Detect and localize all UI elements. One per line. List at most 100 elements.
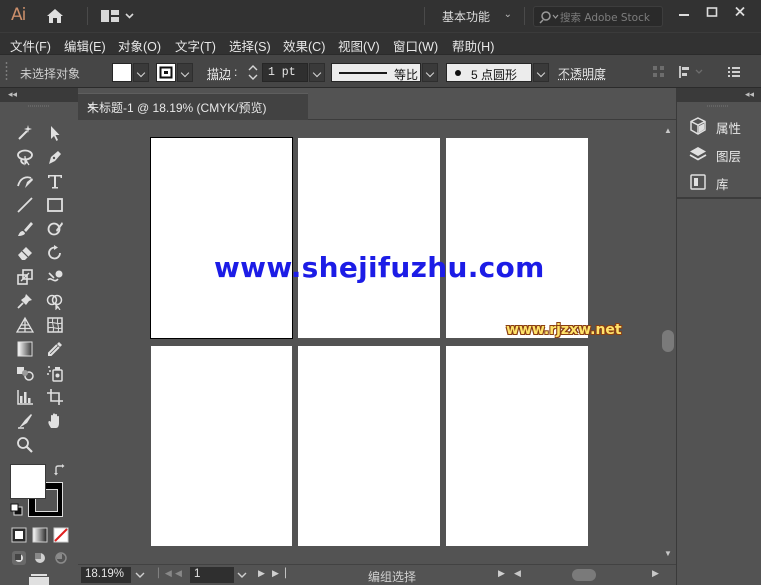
column-graph-tool[interactable] — [13, 386, 37, 408]
variable-width-profile[interactable]: 等比 — [331, 63, 421, 82]
home-button[interactable] — [44, 6, 66, 26]
maximize-button[interactable] — [698, 1, 726, 23]
shaper-tool[interactable] — [43, 218, 67, 240]
menu-object[interactable]: 对象(O) — [118, 36, 161, 55]
rotate-tool[interactable] — [43, 242, 67, 264]
scroll-right-icon[interactable]: ▶ — [652, 568, 659, 579]
draw-inside-button[interactable] — [53, 550, 69, 566]
status-readout[interactable]: 编组选择 — [368, 568, 416, 585]
mesh-tool[interactable] — [43, 314, 67, 336]
scroll-left-icon[interactable]: ◀ — [514, 568, 521, 579]
canvas[interactable]: www.shejifuzhu.com www.rjzxw.net — [78, 121, 660, 564]
fill-color-box[interactable] — [10, 464, 46, 499]
artboard-3[interactable] — [446, 138, 588, 338]
menu-select[interactable]: 选择(S) — [229, 36, 271, 55]
eyedropper-tool[interactable] — [43, 338, 67, 360]
gradient-tool[interactable] — [13, 338, 37, 360]
artboard-number-field[interactable]: 1 — [190, 567, 234, 583]
lasso-tool[interactable] — [13, 146, 37, 168]
perspective-grid-tool[interactable] — [13, 314, 37, 336]
screen-mode-icon[interactable] — [27, 574, 51, 585]
draw-normal-button[interactable] — [11, 550, 27, 566]
brush-definition[interactable]: 5 点圆形 — [446, 63, 532, 82]
arrange-icon[interactable] — [678, 64, 706, 80]
zoom-tool[interactable] — [13, 434, 37, 456]
panel-grip-icon[interactable] — [28, 105, 50, 108]
shape-builder-tool[interactable] — [43, 290, 67, 312]
hand-tool[interactable] — [43, 410, 67, 432]
stroke-swatch[interactable] — [156, 63, 176, 82]
close-window-button[interactable] — [726, 1, 754, 23]
scale-tool[interactable] — [13, 266, 37, 288]
minimize-button[interactable] — [670, 1, 698, 23]
artboard-tool[interactable] — [43, 386, 67, 408]
artboard-2[interactable] — [298, 138, 440, 338]
first-artboard-icon[interactable]: ▏◀ — [158, 568, 172, 579]
color-mode-button[interactable] — [11, 527, 27, 543]
none-mode-button[interactable] — [53, 527, 69, 543]
menu-view[interactable]: 视图(V) — [338, 36, 380, 55]
chevron-down-icon[interactable] — [132, 567, 148, 583]
type-tool[interactable] — [43, 170, 67, 192]
scroll-up-icon[interactable]: ▲ — [664, 126, 672, 135]
menu-edit[interactable]: 编辑(E) — [64, 36, 106, 55]
menu-effect[interactable]: 效果(C) — [283, 36, 325, 55]
slice-tool[interactable] — [13, 410, 37, 432]
close-tab-icon[interactable]: × — [87, 99, 94, 113]
warp-tool[interactable] — [43, 266, 67, 288]
artboard-4[interactable] — [151, 346, 292, 546]
previous-artboard-icon[interactable]: ◀ — [175, 568, 182, 579]
status-menu-icon[interactable]: ▶ — [498, 568, 505, 579]
stroke-spinner-icon[interactable] — [246, 62, 260, 83]
stroke-profile-dropdown[interactable] — [422, 63, 438, 82]
fill-swatch[interactable] — [112, 63, 132, 82]
chevron-down-icon[interactable] — [235, 567, 249, 583]
puppet-warp-tool[interactable] — [13, 290, 37, 312]
panel-properties[interactable]: 属性 — [689, 115, 759, 137]
panel-menu-icon[interactable] — [727, 65, 741, 79]
stock-search-input[interactable]: 搜索 Adobe Stock — [533, 6, 663, 27]
next-artboard-icon[interactable]: ▶ — [258, 568, 265, 579]
symbol-sprayer-tool[interactable] — [43, 362, 67, 384]
gradient-mode-button[interactable] — [32, 527, 48, 543]
stroke-weight-dropdown[interactable] — [309, 63, 325, 82]
last-artboard-icon[interactable]: ▶▕ — [272, 568, 286, 579]
vertical-scroll-thumb[interactable] — [662, 330, 674, 352]
zoom-level-field[interactable]: 18.19% — [81, 567, 131, 583]
rectangle-tool[interactable] — [43, 194, 67, 216]
workspace-switcher[interactable]: 基本功能 ⌄ — [432, 6, 518, 26]
brush-dropdown[interactable] — [533, 63, 549, 82]
menu-help[interactable]: 帮助(H) — [452, 36, 494, 55]
eraser-tool[interactable] — [13, 242, 37, 264]
artboard-6[interactable] — [446, 346, 588, 546]
artboard-5[interactable] — [298, 346, 440, 546]
expand-panels-icon[interactable]: ◂◂ — [745, 89, 754, 100]
magic-wand-tool[interactable] — [13, 122, 37, 144]
draw-behind-button[interactable] — [32, 550, 48, 566]
fill-dropdown[interactable] — [133, 63, 149, 82]
swap-colors-icon[interactable] — [53, 463, 67, 477]
paintbrush-tool[interactable] — [13, 218, 37, 240]
horizontal-scroll-thumb[interactable] — [572, 569, 596, 581]
line-segment-tool[interactable] — [13, 194, 37, 216]
menu-window[interactable]: 窗口(W) — [393, 36, 438, 55]
stroke-dropdown[interactable] — [177, 63, 193, 82]
horizontal-scrollbar[interactable]: ◀ ▶ — [510, 567, 662, 583]
document-tab[interactable]: 未标题-1 @ 18.19% (CMYK/预览) × — [78, 93, 308, 120]
direct-selection-tool[interactable] — [43, 122, 67, 144]
collapse-icon[interactable]: ◂◂ — [8, 89, 17, 100]
scroll-down-icon[interactable]: ▼ — [664, 549, 672, 558]
artboard-1[interactable] — [150, 137, 293, 339]
pen-tool[interactable] — [43, 146, 67, 168]
menu-type[interactable]: 文字(T) — [175, 36, 216, 55]
menu-file[interactable]: 文件(F) — [10, 36, 51, 55]
blend-tool[interactable] — [13, 362, 37, 384]
default-colors-icon[interactable] — [10, 503, 24, 517]
opacity-label[interactable]: 不透明度 — [558, 65, 606, 82]
panel-grip-icon[interactable] — [707, 105, 729, 108]
panel-grip-icon[interactable] — [5, 61, 10, 81]
align-grid-icon[interactable] — [652, 65, 666, 79]
stroke-weight-field[interactable]: 1 pt — [262, 63, 308, 82]
panel-libraries[interactable]: 库 — [689, 171, 759, 193]
stroke-weight-label[interactable]: 描边 — [207, 65, 231, 82]
